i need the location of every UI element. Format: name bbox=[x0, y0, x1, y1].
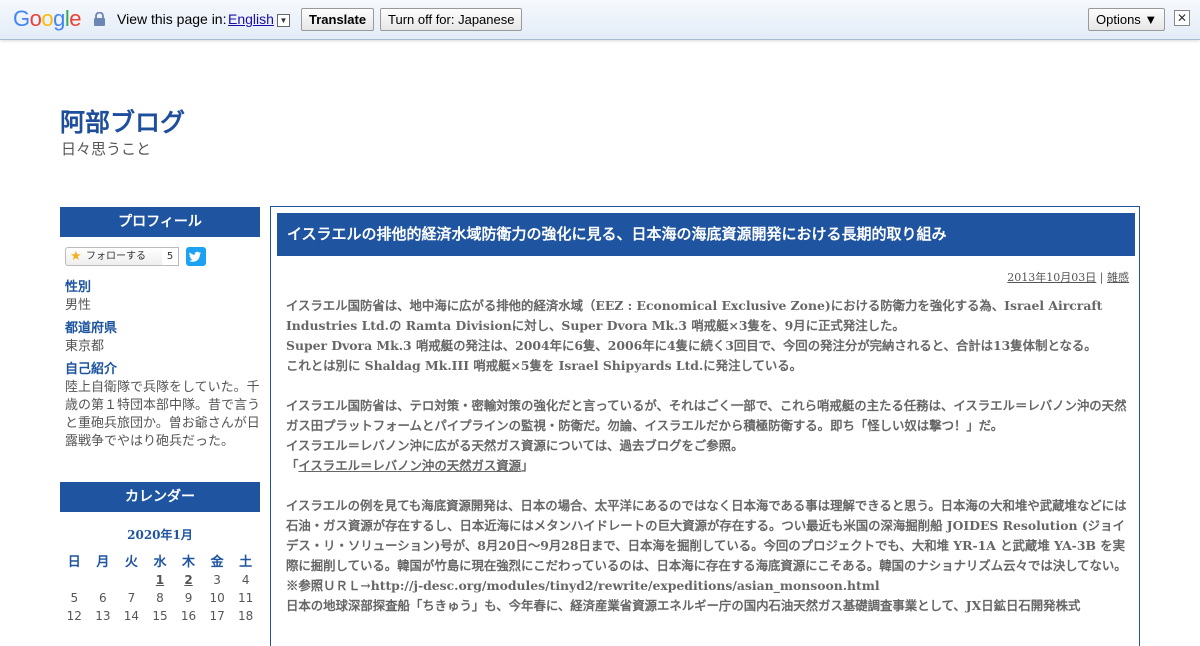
weekday-header: 金 bbox=[210, 554, 224, 570]
star-icon: ★ bbox=[70, 249, 82, 264]
post-date-link[interactable]: 2013年10月03日 bbox=[1007, 271, 1096, 284]
google-logo: Google bbox=[13, 6, 82, 31]
calendar-day: 18 bbox=[238, 609, 254, 623]
weekday-header: 木 bbox=[182, 554, 196, 570]
calendar-day bbox=[60, 571, 89, 589]
blog-title[interactable]: 阿部ブログ bbox=[60, 103, 185, 139]
calendar-day: 3 bbox=[213, 573, 221, 587]
sidebar: プロフィール ★ フォローする 5 性別 男性 都道府県 東京都 自己紹介 陸上… bbox=[60, 207, 260, 625]
calendar-day: 8 bbox=[156, 591, 164, 605]
calendar-month: 2020年1月 bbox=[127, 528, 193, 542]
meta-separator: | bbox=[1099, 271, 1104, 284]
profile-list: 性別 男性 都道府県 東京都 自己紹介 陸上自衛隊で兵隊をしていた。千歳の第１特… bbox=[65, 279, 260, 451]
profile-heading: プロフィール bbox=[60, 207, 260, 237]
language-select[interactable]: English ▼ bbox=[228, 11, 290, 27]
profile-label-intro: 自己紹介 bbox=[65, 362, 118, 377]
calendar-heading: カレンダー bbox=[60, 482, 260, 512]
translate-button[interactable]: Translate bbox=[301, 8, 375, 31]
chevron-down-icon[interactable]: ▼ bbox=[276, 14, 290, 27]
turn-off-button[interactable]: Turn off for: Japanese bbox=[380, 8, 523, 31]
weekday-header: 月 bbox=[96, 554, 110, 570]
calendar-day-link[interactable]: 2 bbox=[174, 571, 203, 589]
lock-icon bbox=[94, 12, 105, 26]
follow-count: 5 bbox=[162, 247, 179, 266]
post-title[interactable]: イスラエルの排他的経済水域防衛力の強化に見る、日本海の海底資源開発における長期的… bbox=[277, 213, 1135, 256]
profile-label-gender: 性別 bbox=[65, 280, 92, 295]
calendar-day-link[interactable]: 1 bbox=[146, 571, 175, 589]
profile-value-intro: 陸上自衛隊で兵隊をしていた。千歳の第１特団本部中隊。昔で言うと重砲兵旅団か。曽お… bbox=[65, 380, 261, 449]
calendar-day: 9 bbox=[184, 591, 193, 605]
calendar-day bbox=[117, 571, 146, 589]
calendar-day: 14 bbox=[123, 609, 140, 623]
calendar-day: 7 bbox=[127, 591, 136, 605]
calendar-day: 17 bbox=[209, 609, 225, 623]
calendar-day: 16 bbox=[180, 609, 197, 623]
profile-label-prefecture: 都道府県 bbox=[65, 321, 118, 336]
follow-button[interactable]: ★ フォローする bbox=[65, 247, 165, 266]
weekday-header: 日 bbox=[67, 554, 81, 570]
post-paragraph: イスラエル国防省は、地中海に広がる排他的経済水域（EEZ : Economica… bbox=[286, 298, 1103, 333]
post-paragraph: これとは別に Shaldag Mk.III 哨戒艇×5隻を Israel Shi… bbox=[286, 358, 803, 373]
close-icon[interactable]: ✕ bbox=[1174, 10, 1190, 26]
calendar-day: 6 bbox=[99, 591, 107, 605]
weekday-header: 水 bbox=[153, 554, 167, 570]
link-suffix: 」 bbox=[521, 458, 534, 473]
post-paragraph: 日本の地球深部探査船「ちきゅう」も、今年春に、経済産業省資源エネルギー庁の国内石… bbox=[286, 598, 1081, 613]
calendar-table: 日 月 火 水 木 金 土 1 2 3 4 5 6 7 8 9 10 11 12… bbox=[60, 549, 260, 625]
weekday-header: 土 bbox=[239, 554, 253, 570]
post-meta: 2013年10月03日 | 雑感 bbox=[1007, 269, 1129, 285]
profile-value-gender: 男性 bbox=[65, 298, 92, 313]
reference-url: ※参照ＵＲＬ→http://j-desc.org/modules/tinyd2/… bbox=[286, 578, 880, 593]
post-paragraph: イスラエルの例を見ても海底資源開発は、日本の場合、太平洋にあるのではなく日本海で… bbox=[286, 498, 1127, 573]
weekday-header: 火 bbox=[124, 554, 138, 570]
options-button[interactable]: Options ▼ bbox=[1088, 8, 1166, 31]
view-page-label: View this page in: bbox=[117, 11, 227, 27]
post-category-link[interactable]: 雑感 bbox=[1107, 271, 1129, 284]
language-link[interactable]: English bbox=[228, 11, 274, 27]
twitter-icon[interactable] bbox=[186, 247, 206, 266]
translate-bar: Google View this page in: English ▼ Trans… bbox=[0, 0, 1200, 40]
calendar-day: 4 bbox=[241, 573, 250, 587]
calendar-day: 13 bbox=[95, 609, 111, 623]
post-paragraph: Super Dvora Mk.3 哨戒艇の発注は、2004年に6隻、2006年に… bbox=[286, 338, 1097, 353]
post-paragraph: イスラエル＝レバノン沖に広がる天然ガス資源については、過去ブログをご参照。 bbox=[286, 438, 744, 453]
calendar: 2020年1月 日 月 火 水 木 金 土 1 2 3 4 5 6 7 8 9 … bbox=[60, 526, 260, 625]
past-blog-link[interactable]: イスラエル＝レバノン沖の天然ガス資源 bbox=[298, 458, 521, 473]
post-link-line: 「イスラエル＝レバノン沖の天然ガス資源」 bbox=[286, 456, 1131, 476]
calendar-day bbox=[89, 571, 118, 589]
link-prefix: 「 bbox=[286, 458, 299, 473]
calendar-day: 11 bbox=[238, 591, 254, 605]
follow-label: フォローする bbox=[86, 251, 146, 262]
calendar-day: 15 bbox=[152, 609, 168, 623]
blog-description: 日々思うこと bbox=[61, 140, 152, 158]
post-container: イスラエルの排他的経済水域防衛力の強化に見る、日本海の海底資源開発における長期的… bbox=[270, 206, 1140, 646]
calendar-day: 10 bbox=[209, 591, 225, 605]
follow-row: ★ フォローする 5 bbox=[65, 247, 260, 267]
calendar-day: 5 bbox=[70, 591, 79, 605]
post-paragraph: イスラエル国防省は、テロ対策・密輸対策の強化だと言っているが、それはごく一部で、… bbox=[286, 398, 1127, 433]
profile-value-prefecture: 東京都 bbox=[65, 339, 105, 354]
post-body: イスラエル国防省は、地中海に広がる排他的経済水域（EEZ : Economica… bbox=[286, 296, 1131, 616]
calendar-day: 12 bbox=[66, 609, 82, 623]
